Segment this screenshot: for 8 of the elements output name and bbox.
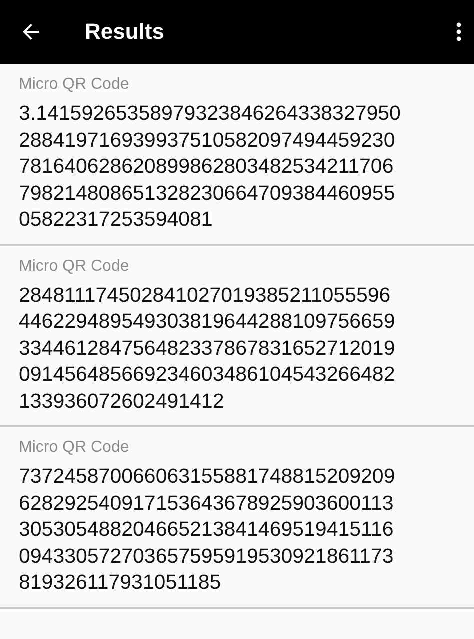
result-content: 737245870066063155881748815209209 628292540917153643678925903600113 305305488204665213841469519415116 094330572703657595919530921861173 819326117931051185	[19, 464, 396, 596]
result-content: 3.14159265358979323846264338327950 288419716939937510582097494459230 781640628620899862803482534211706 798214808651328230664709384460955 05822317253594081	[19, 101, 402, 233]
more-options-icon[interactable]	[456, 22, 462, 42]
result-content: 284811174502841027019385211055596 446229489549303819644288109756659 334461284756482337867831652712019 091456485669234603486104543266482 133936072602491412	[19, 282, 396, 414]
screen-title: Results	[85, 19, 166, 45]
result-format: Micro QR Code	[19, 258, 130, 276]
result-format: Micro QR Code	[19, 439, 130, 457]
result-format: Micro QR Code	[19, 76, 130, 94]
